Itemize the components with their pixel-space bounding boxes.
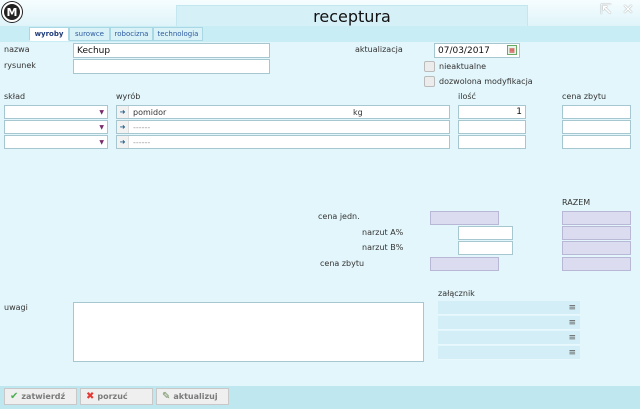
cena-zbytu-header: cena zbytu	[562, 92, 607, 101]
narzut-b-input[interactable]	[458, 241, 513, 255]
dropdown-arrow-icon: ▼	[99, 108, 104, 116]
app-logo-icon: M	[2, 2, 22, 22]
wyrob-value: pomidor	[133, 107, 167, 117]
cena-zbytu-input[interactable]	[562, 105, 631, 119]
window-title: receptura	[176, 5, 528, 26]
wyrob-header: wyrób	[116, 92, 141, 101]
aktualizacja-date-field[interactable]: 07/03/2017 ▦	[434, 43, 520, 58]
sklad-select[interactable]: ▼	[4, 105, 108, 119]
narzut-b-label: narzut B%	[362, 243, 404, 252]
cena-jedn-field	[430, 211, 499, 225]
ilosc-header: ilość	[458, 92, 476, 101]
uwagi-textarea[interactable]	[73, 302, 424, 362]
nieaktualne-checkbox[interactable]	[424, 61, 435, 72]
aktualizacja-value: 07/03/2017	[438, 45, 490, 56]
export-icon[interactable]: ⇱	[599, 2, 613, 18]
zatwierdz-button[interactable]: ✔ zatwierdź	[4, 388, 77, 405]
cena-zbytu-summary-field	[430, 257, 499, 271]
update-icon: ✎	[162, 391, 171, 402]
razem-cena-jedn-field	[562, 211, 631, 225]
ilosc-input[interactable]: 1	[458, 105, 526, 119]
aktualizuj-label: aktualizuj	[173, 392, 218, 401]
aktualizacja-label: aktualizacja	[355, 45, 403, 54]
unit-value: kg	[353, 107, 363, 117]
dropdown-arrow-icon: ▼	[99, 123, 104, 131]
sklad-select[interactable]: ▼	[4, 120, 108, 134]
wyrob-value: ------	[133, 137, 151, 147]
razem-narzut-a-field	[562, 226, 631, 240]
dozwolona-modyfikacja-checkbox[interactable]	[424, 76, 435, 87]
attachment-row[interactable]: ≡	[438, 346, 580, 360]
arrow-right-icon[interactable]: ➜	[117, 106, 129, 118]
cena-zbytu-input[interactable]	[562, 120, 631, 134]
menu-icon[interactable]: ≡	[568, 333, 576, 343]
razem-cena-zbytu-field	[562, 257, 631, 271]
wyrob-field[interactable]: ➜ ------	[116, 135, 450, 149]
ilosc-input[interactable]	[458, 135, 526, 149]
sklad-header: skład	[4, 92, 26, 101]
arrow-right-icon[interactable]: ➜	[117, 136, 129, 148]
attachment-row[interactable]: ≡	[438, 316, 580, 330]
tab-surowce[interactable]: surowce	[69, 27, 110, 41]
menu-icon[interactable]: ≡	[568, 303, 576, 313]
zalacznik-label: załącznik	[438, 289, 475, 298]
wyrob-field[interactable]: ➜ ------	[116, 120, 450, 134]
razem-narzut-b-field	[562, 241, 631, 255]
tab-wyroby[interactable]: wyroby	[29, 27, 69, 41]
cross-icon: ✖	[86, 391, 95, 402]
dozwolona-modyfikacja-label: dozwolona modyfikacja	[439, 77, 533, 86]
arrow-right-icon[interactable]: ➜	[117, 121, 129, 133]
attachment-row[interactable]: ≡	[438, 331, 580, 345]
menu-icon[interactable]: ≡	[568, 348, 576, 358]
porzuc-label: porzuć	[97, 392, 128, 401]
porzuc-button[interactable]: ✖ porzuć	[80, 388, 153, 405]
cena-zbytu-summary-label: cena zbytu	[320, 259, 365, 268]
calendar-icon[interactable]: ▦	[507, 45, 517, 55]
cena-zbytu-input[interactable]	[562, 135, 631, 149]
attachment-row[interactable]: ≡	[438, 301, 580, 315]
nazwa-input[interactable]: Kechup	[73, 43, 270, 58]
close-icon[interactable]: ✕	[621, 2, 635, 18]
nieaktualne-label: nieaktualne	[439, 62, 487, 71]
ilosc-input[interactable]	[458, 120, 526, 134]
rysunek-input[interactable]	[73, 59, 270, 74]
cena-jedn-label: cena jedn.	[318, 212, 360, 221]
nazwa-label: nazwa	[4, 45, 30, 54]
razem-label: RAZEM	[562, 198, 591, 207]
menu-icon[interactable]: ≡	[568, 318, 576, 328]
aktualizuj-button[interactable]: ✎ aktualizuj	[156, 388, 229, 405]
narzut-a-label: narzut A%	[362, 228, 404, 237]
checkmark-icon: ✔	[10, 391, 19, 402]
tab-technologia[interactable]: technologia	[153, 27, 203, 41]
dropdown-arrow-icon: ▼	[99, 138, 104, 146]
zatwierdz-label: zatwierdź	[21, 392, 66, 401]
rysunek-label: rysunek	[4, 61, 36, 70]
wyrob-field[interactable]: ➜ pomidor kg	[116, 105, 450, 119]
tab-robocizna[interactable]: robocizna	[110, 27, 153, 41]
uwagi-label: uwagi	[4, 303, 28, 312]
wyrob-value: ------	[133, 122, 151, 132]
sklad-select[interactable]: ▼	[4, 135, 108, 149]
narzut-a-input[interactable]	[458, 226, 513, 240]
